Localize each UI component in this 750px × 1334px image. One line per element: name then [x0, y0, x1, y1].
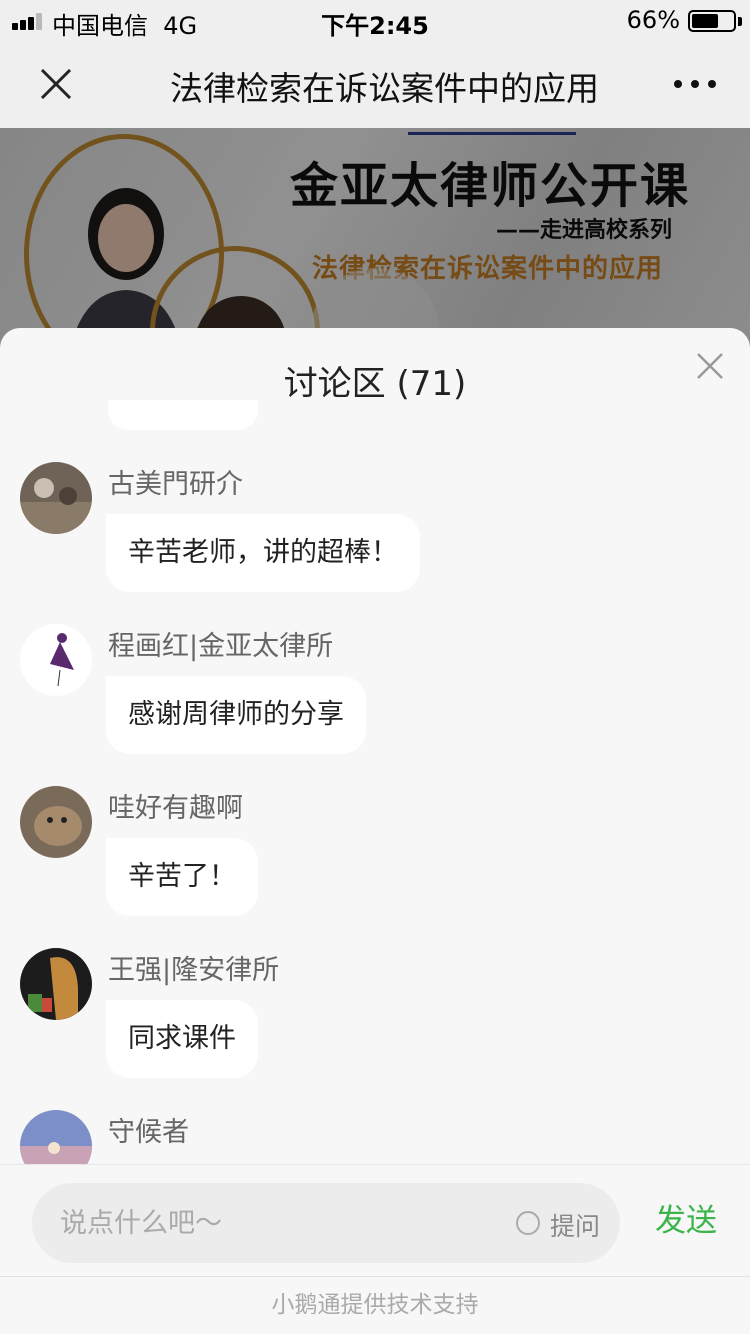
list-item: 守候者	[0, 1110, 750, 1164]
list-item: 程画红|金亚太律所 感谢周律师的分享	[0, 624, 750, 786]
avatar[interactable]	[20, 1110, 92, 1164]
list-item: 古美門研介 辛苦老师，讲的超棒！	[0, 462, 750, 624]
username: 古美門研介	[108, 469, 243, 500]
avatar[interactable]	[20, 786, 92, 858]
avatar[interactable]	[20, 462, 92, 534]
input-bar: 提问 发送	[0, 1164, 750, 1276]
discussion-title: 讨论区 (71)	[283, 364, 467, 404]
powered-by-footer: 小鹅通提供技术支持	[0, 1276, 750, 1334]
message-list[interactable]: 古美門研介 辛苦老师，讲的超棒！ 程画红|金亚太律所 感谢周律师的分享 哇好有趣…	[0, 400, 750, 1164]
username: 守候者	[108, 1117, 189, 1148]
battery-percent: 66%	[626, 6, 680, 34]
battery-icon	[688, 10, 736, 32]
comment-input-box[interactable]: 提问	[32, 1183, 620, 1263]
page-title: 法律检索在诉讼案件中的应用	[170, 69, 599, 108]
close-icon[interactable]	[696, 352, 724, 380]
battery-tip	[738, 17, 742, 26]
avatar[interactable]	[20, 948, 92, 1020]
ask-question-label: 提问	[550, 1212, 601, 1241]
username: 程画红|金亚太律所	[108, 631, 334, 662]
send-button[interactable]: 发送	[638, 1189, 734, 1253]
status-bar: 中国电信 4G 下午2:45 66%	[0, 0, 750, 40]
list-item: 王强|隆安律所 同求课件	[0, 948, 750, 1110]
message-bubble: 辛苦了！	[106, 838, 258, 916]
video-banner[interactable]: 金亚太律师公开课 ——走进高校系列 法律检索在诉讼案件中的应用	[0, 128, 750, 348]
comment-input[interactable]	[60, 1183, 500, 1263]
username: 哇好有趣啊	[108, 793, 243, 824]
nav-bar: 法律检索在诉讼案件中的应用	[0, 40, 750, 128]
message-bubble: 同求课件	[106, 1000, 258, 1078]
close-icon[interactable]	[30, 58, 82, 110]
more-icon[interactable]	[670, 70, 720, 98]
message-bubble: 辛苦老师，讲的超棒！	[106, 514, 420, 592]
avatar[interactable]	[20, 624, 92, 696]
message-bubble	[108, 400, 258, 430]
list-item: 哇好有趣啊 辛苦了！	[0, 786, 750, 948]
message-bubble: 感谢周律师的分享	[106, 676, 366, 754]
banner-overlay	[0, 128, 750, 348]
radio-icon[interactable]	[516, 1211, 540, 1235]
username: 王强|隆安律所	[108, 955, 280, 986]
discussion-panel: 讨论区 (71) 古美門研介 辛苦老师，讲的超棒！ 程画红|金亚太律所 感谢周律…	[0, 328, 750, 1334]
